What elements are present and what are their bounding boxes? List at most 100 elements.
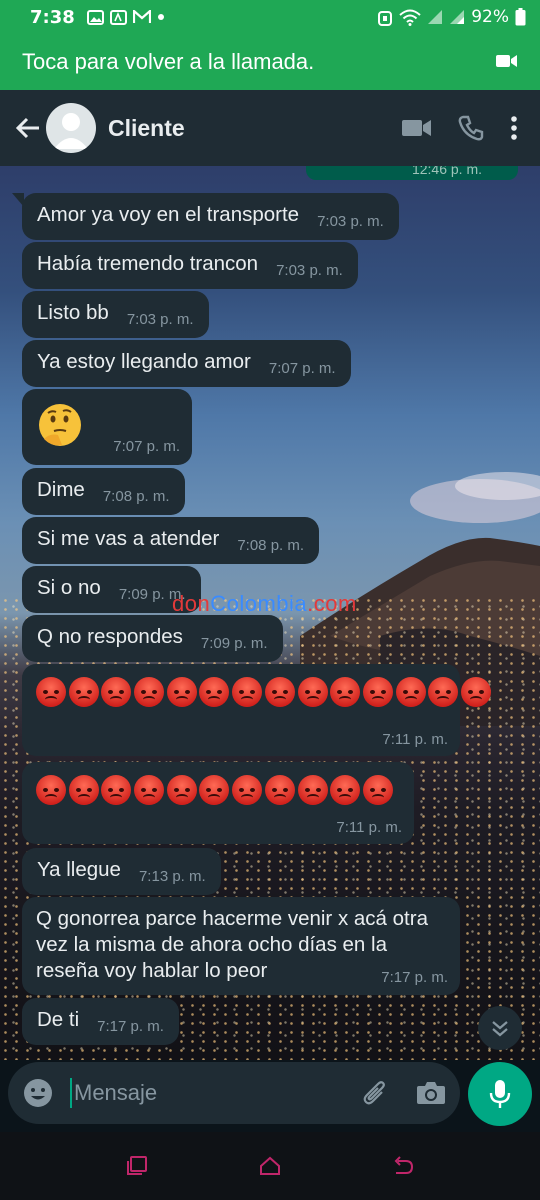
pouting-face-emoji-icon (330, 676, 361, 707)
pouting-face-emoji-icon (101, 676, 132, 707)
chat-header: Cliente (0, 90, 540, 166)
message-time: 7:07 p. m. (268, 360, 336, 377)
message-row[interactable]: Q no respondes 7:09 p. m. (22, 615, 283, 663)
message-text: Si me vas a atender (37, 527, 220, 550)
pouting-face-emoji-icon (101, 774, 132, 805)
pouting-face-emoji-icon (395, 676, 426, 707)
message-bubble[interactable]: Dime 7:08 p. m. (22, 468, 185, 516)
message-time: 7:07 p. m. (113, 437, 180, 455)
pouting-face-emoji-icon (166, 676, 197, 707)
message-row[interactable]: 7:07 p. m. (22, 389, 192, 465)
ai-photo-icon (109, 9, 127, 25)
back-nav-button[interactable] (392, 1156, 414, 1176)
message-composer[interactable]: Mensaje (8, 1062, 460, 1124)
message-row[interactable]: 7:11 p. m. (22, 664, 491, 756)
message-text: Q no respondes (37, 625, 183, 648)
previous-outgoing-bubble[interactable]: 12:46 p. m. (306, 166, 518, 180)
message-text: Ya estoy llegando amor (37, 350, 251, 373)
message-bubble[interactable]: Q no respondes 7:09 p. m. (22, 615, 283, 663)
message-text: Ya llegue (37, 858, 121, 881)
message-row[interactable]: Si me vas a atender 7:08 p. m. (22, 517, 320, 565)
pouting-face-emoji-icon (36, 774, 66, 805)
message-time: 7:09 p. m. (200, 635, 268, 652)
emoji-group (36, 674, 491, 708)
thinking-face-emoji-icon (39, 404, 81, 446)
pouting-face-emoji-icon (297, 774, 328, 805)
message-text: Listo bb (37, 301, 109, 324)
pouting-face-emoji-icon (264, 774, 295, 805)
avatar[interactable] (46, 103, 96, 153)
chat-area[interactable]: 12:46 p. m. Amor ya voy en el transporte… (0, 166, 540, 1060)
message-time: 7:08 p. m. (237, 537, 305, 554)
message-row[interactable]: Amor ya voy en el transporte 7:03 p. m. (12, 193, 399, 241)
pouting-face-emoji-icon (166, 774, 197, 805)
message-time: 7:03 p. m. (126, 311, 194, 328)
pouting-face-emoji-icon (330, 774, 361, 805)
battery-icon (515, 8, 526, 26)
home-button[interactable] (259, 1156, 281, 1176)
pouting-face-emoji-icon (199, 774, 230, 805)
message-bubble[interactable]: Si me vas a atender 7:08 p. m. (22, 517, 320, 565)
message-bubble[interactable]: De ti 7:17 p. m. (22, 998, 179, 1046)
message-row[interactable]: Q gonorrea parce hacerme venir x acá otr… (22, 897, 460, 995)
pouting-face-emoji-icon (36, 676, 66, 707)
message-time: 7:13 p. m. (138, 868, 206, 885)
message-text: Había tremendo trancon (37, 252, 259, 275)
pouting-face-emoji-icon (68, 774, 99, 805)
system-nav-bar (0, 1132, 540, 1200)
message-bubble[interactable]: 7:11 p. m. (22, 664, 491, 756)
message-input[interactable]: Mensaje (74, 1080, 157, 1106)
message-row[interactable]: 7:11 p. m. (22, 762, 414, 844)
recent-apps-button[interactable] (126, 1156, 148, 1176)
message-row[interactable]: Dime 7:08 p. m. (22, 468, 185, 516)
emoji-picker-button[interactable] (22, 1077, 54, 1109)
message-text: Amor ya voy en el transporte (37, 203, 300, 226)
alarm-icon (378, 10, 393, 26)
pouting-face-emoji-icon (362, 774, 393, 805)
video-call-button[interactable] (402, 117, 432, 139)
voice-message-button[interactable] (468, 1062, 532, 1126)
message-bubble[interactable]: Listo bb 7:03 p. m. (22, 291, 209, 339)
default-avatar-icon (54, 113, 88, 149)
signal-icon-2 (450, 10, 465, 24)
message-bubble[interactable]: 7:11 p. m. (22, 762, 414, 844)
watermark: donColombia.com (172, 591, 357, 616)
signal-icon (428, 10, 443, 24)
phone-call-button[interactable] (458, 115, 484, 141)
return-to-call-banner[interactable]: Toca para volver a la llamada. (0, 34, 540, 90)
message-row[interactable]: Listo bb 7:03 p. m. (22, 291, 209, 339)
message-row[interactable]: De ti 7:17 p. m. (22, 998, 179, 1046)
message-row[interactable]: Ya llegue 7:13 p. m. (22, 848, 221, 896)
message-bubble[interactable]: Amor ya voy en el transporte 7:03 p. m. (12, 193, 399, 241)
message-time: 7:17 p. m. (97, 1018, 164, 1035)
message-time: 12:46 p. m. (411, 166, 482, 177)
battery-percent: 92% (471, 7, 509, 27)
back-button[interactable] (6, 106, 50, 150)
pouting-face-emoji-icon (362, 676, 393, 707)
pouting-face-emoji-icon (199, 676, 230, 707)
contact-name[interactable]: Cliente (108, 115, 185, 142)
scroll-to-bottom-button[interactable] (478, 1006, 522, 1050)
message-bubble[interactable]: Ya llegue 7:13 p. m. (22, 848, 221, 896)
message-row[interactable]: Ya estoy llegando amor 7:07 p. m. (22, 340, 351, 388)
gmail-icon (132, 10, 151, 23)
message-bubble[interactable]: 7:07 p. m. (22, 389, 192, 465)
message-time: 7:03 p. m. (276, 262, 343, 279)
message-text: Dime (37, 478, 85, 501)
dot-icon (157, 14, 164, 20)
pouting-face-emoji-icon (232, 774, 263, 805)
camera-button[interactable] (416, 1080, 446, 1106)
call-banner-text: Toca para volver a la llamada. (22, 49, 315, 74)
message-text: De ti (37, 1008, 80, 1031)
message-bubble[interactable]: Ya estoy llegando amor 7:07 p. m. (22, 340, 351, 388)
microphone-icon (489, 1080, 511, 1108)
message-row[interactable]: Había tremendo trancon 7:03 p. m. (22, 242, 358, 290)
attach-button[interactable] (362, 1078, 388, 1108)
message-bubble[interactable]: Q gonorrea parce hacerme venir x acá otr… (22, 897, 460, 995)
pouting-face-emoji-icon (297, 676, 328, 707)
menu-kebab-icon[interactable] (510, 115, 518, 141)
back-arrow-icon (15, 117, 39, 139)
pouting-face-emoji-icon (264, 676, 295, 707)
message-bubble[interactable]: Había tremendo trancon 7:03 p. m. (22, 242, 358, 290)
video-call-icon (496, 49, 518, 75)
